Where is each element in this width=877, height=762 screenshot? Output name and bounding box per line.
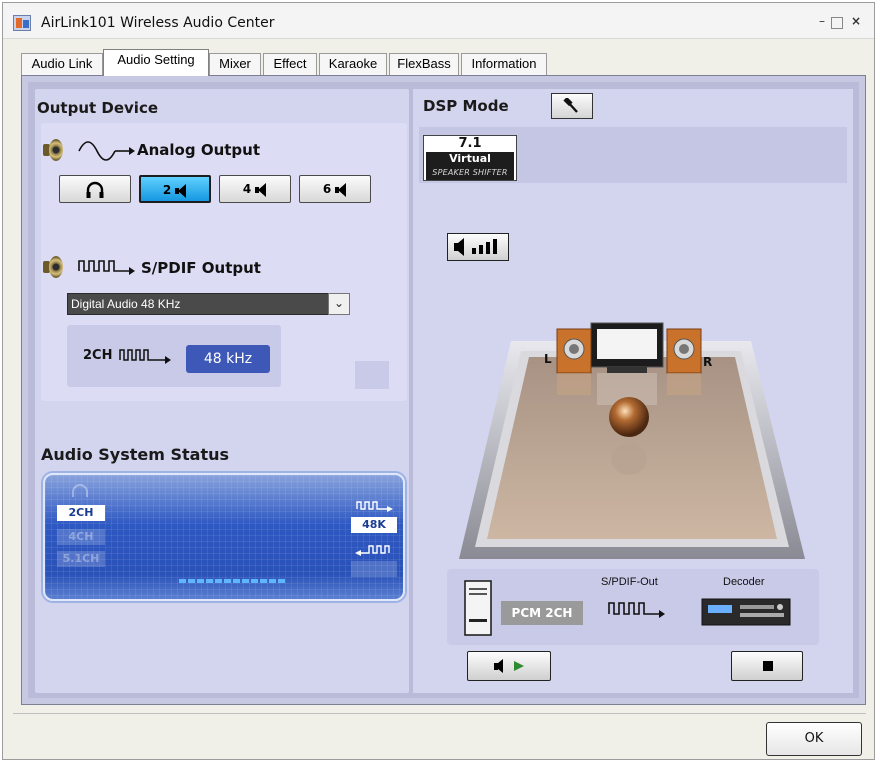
vss-badge-bottom: SPEAKER SHIFTER — [426, 166, 514, 180]
tab-audio-link[interactable]: Audio Link — [21, 53, 103, 75]
status-digital-in-icon — [355, 545, 390, 556]
tab-flexbass[interactable]: FlexBass — [389, 53, 459, 75]
spdif-speaker-icon — [43, 255, 65, 279]
spdif-rate-select[interactable]: Digital Audio 48 KHz ⌄ — [67, 293, 350, 315]
dsp-settings-button[interactable] — [551, 93, 593, 119]
ok-button[interactable]: OK — [766, 722, 862, 756]
speaker-right-label: R — [703, 355, 713, 369]
chevron-down-icon[interactable]: ⌄ — [328, 293, 350, 315]
pcm-format-badge: PCM 2CH — [501, 601, 583, 625]
vss-badge-mid: Virtual — [426, 152, 514, 166]
tab-effect[interactable]: Effect — [263, 53, 317, 75]
analog-spacer — [383, 173, 401, 203]
footer-divider — [13, 713, 866, 714]
spdif-out-wave-icon — [608, 602, 665, 618]
status-level-meter — [179, 579, 287, 583]
status-digital-out-icon — [356, 501, 393, 512]
speaker-icon — [175, 183, 187, 198]
analog-wave-icon — [78, 141, 135, 161]
spdif-output-label: S/PDIF Output — [141, 259, 261, 277]
audio-status-display: 2CH 4CH 5.1CH 48K — [43, 473, 405, 601]
decoder-receiver-icon — [701, 598, 791, 626]
headphones-icon — [86, 181, 104, 198]
window-title: AirLink101 Wireless Audio Center — [41, 15, 275, 31]
status-51ch: 5.1CH — [57, 551, 105, 567]
status-4ch: 4CH — [57, 529, 105, 545]
spdif-info-wave-icon — [119, 349, 171, 364]
vss-badge-top: 7.1 — [458, 136, 482, 151]
status-headphones-icon — [72, 484, 88, 497]
six-channel-button[interactable]: 6 — [299, 175, 371, 203]
tab-karaoke[interactable]: Karaoke — [319, 53, 387, 75]
analog-channel-buttons: 2 4 6 — [59, 175, 379, 205]
status-rate-in — [351, 561, 397, 577]
spdif-channel-label: 2CH — [83, 348, 113, 363]
tab-information[interactable]: Information — [461, 53, 547, 75]
dsp-mode-heading: DSP Mode — [423, 97, 509, 115]
spdif-select-value: Digital Audio 48 KHz — [71, 297, 181, 311]
analog-output-label: Analog Output — [137, 141, 261, 159]
audio-status-heading: Audio System Status — [41, 445, 230, 464]
volume-button[interactable] — [447, 233, 509, 261]
spdif-rate-badge: 48 kHz — [186, 345, 270, 373]
stop-button[interactable] — [731, 651, 803, 681]
minimize-button[interactable]: – — [815, 15, 829, 29]
output-device-heading: Output Device — [37, 99, 159, 117]
maximize-button[interactable] — [831, 17, 843, 29]
title-bar: AirLink101 Wireless Audio Center – × — [3, 3, 874, 39]
play-test-button[interactable] — [467, 651, 551, 681]
app-window: AirLink101 Wireless Audio Center – × Aud… — [2, 2, 875, 760]
analog-speaker-icon — [43, 138, 65, 162]
status-2ch: 2CH — [57, 505, 105, 521]
stop-icon — [763, 661, 773, 671]
two-channel-label: 2 — [162, 183, 172, 197]
placeholder-block — [355, 361, 389, 389]
two-channel-button[interactable]: 2 — [139, 175, 211, 203]
tab-audio-setting[interactable]: Audio Setting — [103, 49, 209, 76]
speaker-room-stage — [459, 322, 805, 559]
speaker-icon — [255, 182, 267, 197]
close-button[interactable]: × — [849, 15, 863, 29]
six-channel-label: 6 — [322, 182, 332, 196]
decoder-label: Decoder — [723, 576, 765, 588]
four-channel-button[interactable]: 4 — [219, 175, 291, 203]
volume-bars-icon — [454, 238, 497, 256]
spdif-digital-wave-icon — [78, 260, 135, 275]
speaker-play-icon — [494, 659, 524, 673]
app-logo-icon — [13, 15, 31, 31]
headphones-button[interactable] — [59, 175, 131, 203]
status-rate-out: 48K — [351, 517, 397, 533]
four-channel-label: 4 — [242, 182, 252, 196]
spdif-out-label: S/PDIF-Out — [601, 576, 658, 588]
pc-tower-icon — [464, 580, 492, 636]
speaker-icon — [335, 182, 347, 197]
virtual-speaker-shifter-button[interactable]: 7.1 Virtual SPEAKER SHIFTER — [423, 135, 517, 181]
hammer-icon — [563, 96, 578, 113]
speaker-left-label: L — [544, 352, 552, 366]
tab-mixer[interactable]: Mixer — [209, 53, 261, 75]
